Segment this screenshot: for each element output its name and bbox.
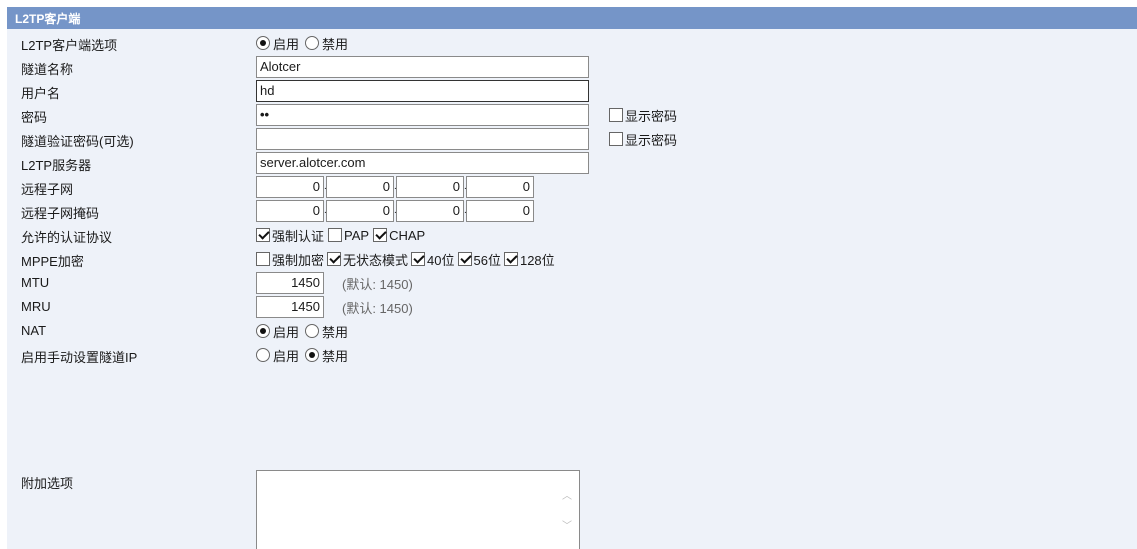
remote-subnet-octet-2[interactable]: 0 [326,176,394,198]
scroll-down-icon[interactable]: ﹀ [561,517,573,532]
row-client-option: L2TP客户端选项 启用 禁用 [7,32,1137,54]
mtu-hint: (默认: 1450) [342,276,413,292]
show-password-checkbox[interactable] [609,108,623,122]
bit56-label: 56位 [473,252,501,268]
mru-input[interactable]: 1450 [256,296,324,318]
remote-subnet-octet-4[interactable]: 0 [466,176,534,198]
row-server: L2TP服务器 server.alotcer.com [7,152,1137,174]
server-label: L2TP服务器 [21,158,92,173]
manual-ip-disable-label: 禁用 [322,348,349,364]
bit40-checkbox[interactable] [411,252,426,266]
client-enable-radio[interactable] [256,36,270,50]
force-encrypt-label: 强制加密 [272,252,325,268]
row-auth-protocols: 允许的认证协议 强制认证 PAP CHAP [7,224,1137,246]
row-password: 密码 •• 显示密码 [7,104,1137,126]
client-disable-label: 禁用 [322,36,349,52]
show-tunnel-password-label: 显示密码 [625,132,678,148]
manual-ip-disable-radio[interactable] [305,348,320,362]
tunnel-name-input[interactable]: Alotcer [256,56,589,78]
row-nat: NAT 启用 禁用 [7,320,1137,342]
chap-label: CHAP [389,227,426,243]
auth-protocols-label: 允许的认证协议 [21,230,113,245]
remote-subnet-octet-1[interactable]: 0 [256,176,324,198]
remote-subnet-octet-3[interactable]: 0 [396,176,464,198]
force-auth-label: 强制认证 [272,228,325,244]
row-mru: MRU 1450 (默认: 1450) [7,296,1137,318]
mtu-input[interactable]: 1450 [256,272,324,294]
username-label: 用户名 [21,86,61,101]
row-mtu: MTU 1450 (默认: 1450) [7,272,1137,294]
scroll-up-icon[interactable]: ︿ [561,487,573,502]
l2tp-client-panel: L2TP客户端 L2TP客户端选项 启用 禁用 隧道名称 Alotcer 用户名… [7,7,1137,549]
bit56-checkbox[interactable] [457,252,472,266]
panel-titlebar: L2TP客户端 [7,7,1137,29]
remote-mask-octet-3[interactable]: 0 [396,200,464,222]
row-manual-ip: 启用手动设置隧道IP 启用 禁用 [7,344,1137,366]
extra-options-label: 附加选项 [21,476,74,491]
remote-mask-label: 远程子网掩码 [21,206,100,221]
password-label: 密码 [21,110,48,125]
remote-mask-octet-2[interactable]: 0 [326,200,394,222]
tunnel-auth-label: 隧道验证密码(可选) [21,134,134,149]
mtu-label: MTU [21,275,50,290]
client-enable-label: 启用 [273,36,300,52]
force-encrypt-checkbox[interactable] [256,252,270,266]
nat-disable-radio[interactable] [305,324,320,338]
nat-enable-label: 启用 [273,324,300,340]
stateless-label: 无状态模式 [343,252,409,268]
mru-label: MRU [21,299,51,314]
tunnel-name-label: 隧道名称 [21,62,74,77]
mppe-label: MPPE加密 [21,254,84,269]
pap-label: PAP [344,227,370,243]
password-input[interactable]: •• [256,104,589,126]
remote-mask-octet-4[interactable]: 0 [466,200,534,222]
mru-hint: (默认: 1450) [342,300,413,316]
bit40-label: 40位 [427,252,455,268]
row-username: 用户名 hd [7,80,1137,102]
panel-title: L2TP客户端 [15,12,81,26]
show-password-label: 显示密码 [625,108,678,124]
pap-checkbox[interactable] [328,228,343,242]
nat-disable-label: 禁用 [322,324,349,340]
stateless-checkbox[interactable] [327,252,342,266]
manual-ip-enable-radio[interactable] [256,348,270,362]
username-input[interactable]: hd [256,80,589,102]
extra-options-textarea[interactable]: ︿ ﹀ [256,470,580,549]
remote-subnet-label: 远程子网 [21,182,74,197]
row-remote-mask: 远程子网掩码 0. 0. 0. 0 [7,200,1137,222]
nat-label: NAT [21,323,47,338]
row-mppe: MPPE加密 强制加密 无状态模式 40位 56位 128位 [7,248,1137,270]
client-disable-radio[interactable] [305,36,320,50]
chap-checkbox[interactable] [373,228,388,242]
server-input[interactable]: server.alotcer.com [256,152,589,174]
bit128-label: 128位 [519,252,555,268]
show-tunnel-password-checkbox[interactable] [609,132,623,146]
row-extra-options: 附加选项 ︿ ﹀ [7,470,1137,549]
manual-ip-label: 启用手动设置隧道IP [21,350,138,365]
bit128-checkbox[interactable] [503,252,518,266]
row-remote-subnet: 远程子网 0. 0. 0. 0 [7,176,1137,198]
tunnel-auth-input[interactable] [256,128,589,150]
remote-mask-octet-1[interactable]: 0 [256,200,324,222]
row-tunnel-name: 隧道名称 Alotcer [7,56,1137,78]
force-auth-checkbox[interactable] [256,228,270,242]
manual-ip-enable-label: 启用 [273,348,300,364]
row-tunnel-auth: 隧道验证密码(可选) 显示密码 [7,128,1137,150]
client-option-label: L2TP客户端选项 [21,38,118,53]
nat-enable-radio[interactable] [256,324,270,338]
